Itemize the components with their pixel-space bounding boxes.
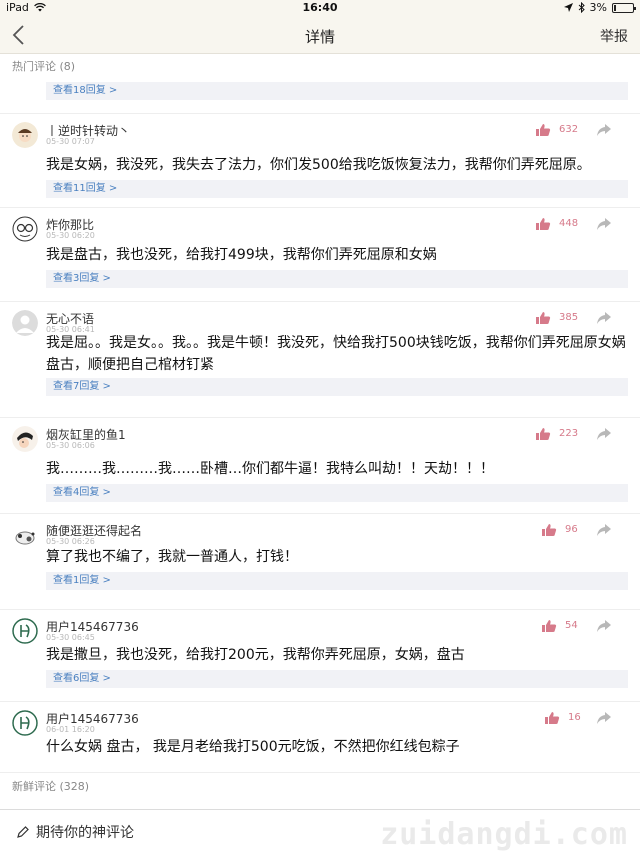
comment-list: 丨逆时针转动丶 05-30 07:07 632 我是女娲，我没死，我失去了法力，… <box>0 114 640 774</box>
comment-text: 我是盘古，我也没死，给我打499块，我帮你们弄死屈原和女娲 <box>46 247 437 263</box>
share-arrow-icon[interactable] <box>596 311 612 325</box>
location-icon <box>563 3 573 12</box>
share-arrow-icon[interactable] <box>596 711 612 725</box>
user-avatar[interactable] <box>12 618 38 644</box>
comment-date: 05-30 06:20 <box>46 231 95 240</box>
battery-icon <box>612 2 636 13</box>
pencil-icon <box>17 826 29 838</box>
comment-item: 用户145467736 06-01 16:20 16 什么女娲 盘古， 我是月老… <box>0 702 640 774</box>
fresh-comments-label: 新鲜评论 (328) <box>12 780 90 793</box>
like-count: 96 <box>565 524 578 535</box>
user-avatar[interactable] <box>12 216 38 242</box>
view-replies-link[interactable]: 查看7回复 > <box>46 378 628 396</box>
comment-date: 05-30 06:06 <box>46 441 95 450</box>
like-count: 54 <box>565 620 578 631</box>
like-count: 385 <box>559 312 579 323</box>
view-replies-link[interactable]: 查看1回复 > <box>46 572 628 590</box>
comment-input[interactable]: 期待你的神评论 <box>8 817 276 847</box>
comment-item: 无心不语 05-30 06:41 385 我是屈。。我是女。。我。。我是牛顿！我… <box>0 302 640 418</box>
comment-text: 我是撒旦，我也没死，给我打200元，我帮你弄死屈原，女娲，盘古 <box>46 647 465 663</box>
user-avatar[interactable] <box>12 710 38 736</box>
thumbs-up-icon[interactable] <box>541 619 557 633</box>
view-replies-link[interactable]: 查看6回复 > <box>46 670 628 688</box>
comment-text: 我是女娲，我没死，我失去了法力，你们发500给我吃饭恢复法力，我帮你们弄死屈原。 <box>46 157 591 173</box>
comment-composer-bar: 期待你的神评论 zuidangdi.com <box>0 809 640 853</box>
thumbs-up-icon[interactable] <box>535 427 551 441</box>
comment-placeholder: 期待你的神评论 <box>36 825 134 841</box>
share-arrow-icon[interactable] <box>596 217 612 231</box>
thumbs-up-icon[interactable] <box>535 217 551 231</box>
comment-item: 用户145467736 05-30 06:45 54 我是撒旦，我也没死，给我打… <box>0 610 640 702</box>
comment-text: 我………我………我……卧槽…你们都牛逼！我特么叫劫！！天劫！！！ <box>46 461 494 477</box>
comment-date: 05-30 07:07 <box>46 137 95 146</box>
share-arrow-icon[interactable] <box>596 123 612 137</box>
thumbs-up-icon[interactable] <box>541 523 557 537</box>
user-avatar[interactable] <box>12 522 38 548</box>
report-button[interactable]: 举报 <box>600 26 628 46</box>
status-bar: iPad 16:40 3% <box>0 0 640 16</box>
view-replies-link[interactable]: 查看11回复 > <box>46 180 628 198</box>
user-avatar[interactable] <box>12 426 38 452</box>
clock: 16:40 <box>302 1 338 14</box>
battery-percent: 3% <box>589 1 607 14</box>
comment-item: 随便逛逛还得起名 05-30 06:26 96 算了我也不编了，我就一普通人，打… <box>0 514 640 610</box>
share-arrow-icon[interactable] <box>596 523 612 537</box>
like-count: 16 <box>568 712 581 723</box>
thumbs-up-icon[interactable] <box>544 711 560 725</box>
user-avatar[interactable] <box>12 122 38 148</box>
hot-comments-label: 热门评论 (8) <box>12 60 76 73</box>
bluetooth-icon <box>578 2 585 13</box>
thumbs-up-icon[interactable] <box>535 123 551 137</box>
like-count: 223 <box>559 428 579 439</box>
comment-text: 算了我也不编了，我就一普通人，打钱！ <box>46 549 298 565</box>
page-title: 详情 <box>304 28 335 46</box>
like-count: 632 <box>559 124 579 135</box>
user-avatar[interactable] <box>12 310 38 336</box>
comment-text: 什么女娲 盘古， 我是月老给我打500元吃饭，不然把你红线包粽子 <box>46 739 460 755</box>
view-replies-link[interactable]: 查看18回复 > <box>46 82 628 100</box>
like-count: 448 <box>559 218 579 229</box>
view-replies-link[interactable]: 查看3回复 > <box>46 270 628 288</box>
comment-date: 05-30 06:45 <box>46 633 95 642</box>
thumbs-up-icon[interactable] <box>535 311 551 325</box>
comment-item: 丨逆时针转动丶 05-30 07:07 632 我是女娲，我没死，我失去了法力，… <box>0 114 640 208</box>
comment-date: 06-01 16:20 <box>46 725 95 734</box>
site-watermark: zuidangdi.com <box>380 817 628 852</box>
navigation-bar: 详情 举报 <box>0 16 640 54</box>
comment-text: 我是屈。。我是女。。我。。我是牛顿！我没死，快给我打500块钱吃饭，我帮你们弄死… <box>46 335 626 373</box>
view-replies-link[interactable]: 查看4回复 > <box>46 484 628 502</box>
comment-item: 炸你那比 05-30 06:20 448 我是盘古，我也没死，给我打499块，我… <box>0 208 640 302</box>
comment-item: 烟灰缸里的鱼1 05-30 06:06 223 我………我………我……卧槽…你们… <box>0 418 640 514</box>
share-arrow-icon[interactable] <box>596 427 612 441</box>
share-arrow-icon[interactable] <box>596 619 612 633</box>
comment-date: 05-30 06:26 <box>46 537 95 546</box>
